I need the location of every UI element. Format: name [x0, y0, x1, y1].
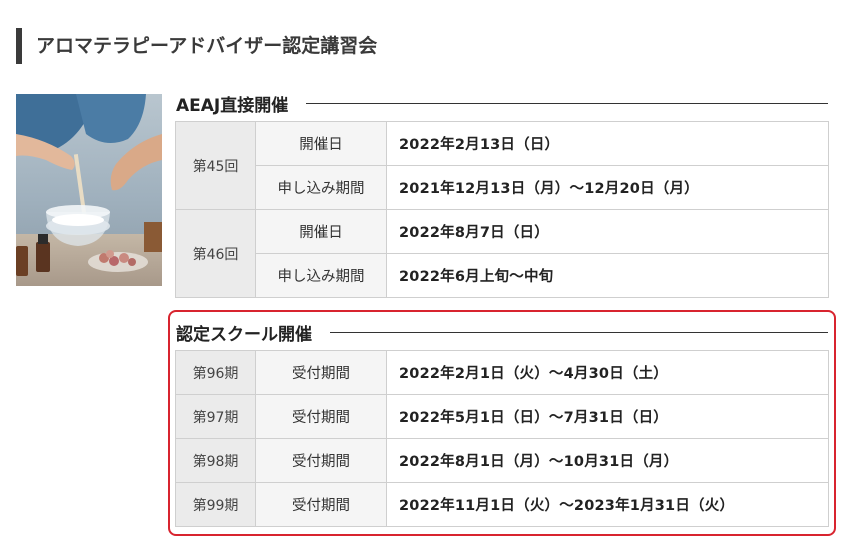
row-value: 2022年2月1日（火）〜4月30日（土）	[386, 350, 829, 395]
table-row: 第99期 受付期間 2022年11月1日（火）〜2023年1月31日（火）	[175, 482, 829, 527]
row-label: 受付期間	[255, 438, 387, 483]
term-number: 第96期	[175, 350, 256, 395]
term-number: 第99期	[175, 482, 256, 527]
section-heading-aeaj: AEAJ直接開催	[176, 90, 828, 116]
table-row: 第98期 受付期間 2022年8月1日（月）〜10月31日（月）	[175, 438, 829, 483]
section-heading-school: 認定スクール開催	[176, 319, 828, 345]
row-label: 受付期間	[255, 350, 387, 395]
row-value: 2022年6月上旬〜中旬	[386, 253, 829, 298]
table-row: 第97期 受付期間 2022年5月1日（日）〜7月31日（日）	[175, 394, 829, 439]
aeaj-schedule-table: 第45回 開催日 2022年2月13日（日） 申し込み期間 2021年12月13…	[175, 121, 829, 298]
table-row: 第45回 開催日 2022年2月13日（日）	[175, 121, 829, 210]
section-heading-text: AEAJ直接開催	[176, 95, 289, 116]
aroma-photo-illustration	[16, 94, 162, 286]
table-row: 申し込み期間 2021年12月13日（月）〜12月20日（月）	[176, 165, 829, 210]
row-label: 受付期間	[255, 482, 387, 527]
row-label: 申し込み期間	[255, 253, 387, 298]
aroma-photo	[16, 94, 162, 286]
term-number: 第97期	[175, 394, 256, 439]
page-title: アロマテラピーアドバイザー認定講習会	[16, 28, 377, 64]
row-value: 2022年8月1日（月）〜10月31日（月）	[386, 438, 829, 483]
table-row: 第96期 受付期間 2022年2月1日（火）〜4月30日（土）	[175, 350, 829, 395]
section-divider	[330, 331, 828, 333]
row-value: 2022年8月7日（日）	[386, 209, 829, 254]
section-divider	[306, 102, 828, 104]
session-number: 第45回	[175, 121, 256, 210]
row-value: 2021年12月13日（月）〜12月20日（月）	[386, 165, 829, 210]
row-label: 開催日	[255, 209, 387, 254]
row-value: 2022年5月1日（日）〜7月31日（日）	[386, 394, 829, 439]
row-label: 申し込み期間	[255, 165, 387, 210]
table-row: 第46回 開催日 2022年8月7日（日）	[175, 209, 829, 298]
row-value: 2022年11月1日（火）〜2023年1月31日（火）	[386, 482, 829, 527]
term-number: 第98期	[175, 438, 256, 483]
row-label: 開催日	[255, 121, 387, 166]
school-schedule-table: 第96期 受付期間 2022年2月1日（火）〜4月30日（土） 第97期 受付期…	[175, 350, 829, 527]
table-row: 申し込み期間 2022年6月上旬〜中旬	[176, 253, 829, 298]
session-number: 第46回	[175, 209, 256, 298]
row-label: 受付期間	[255, 394, 387, 439]
row-value: 2022年2月13日（日）	[386, 121, 829, 166]
section-heading-text: 認定スクール開催	[176, 324, 312, 345]
